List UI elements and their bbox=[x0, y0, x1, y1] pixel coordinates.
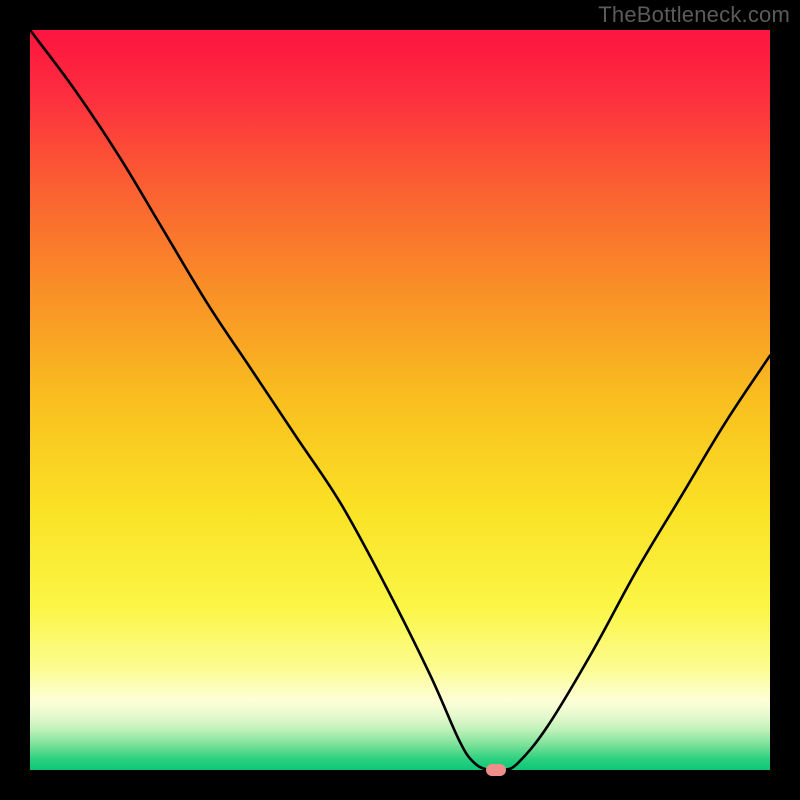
watermark-text: TheBottleneck.com bbox=[598, 2, 790, 28]
plot-svg bbox=[30, 30, 770, 770]
plot-area bbox=[30, 30, 770, 770]
chart-frame: TheBottleneck.com bbox=[0, 0, 800, 800]
optimal-marker bbox=[486, 764, 506, 776]
gradient-background bbox=[30, 30, 770, 770]
